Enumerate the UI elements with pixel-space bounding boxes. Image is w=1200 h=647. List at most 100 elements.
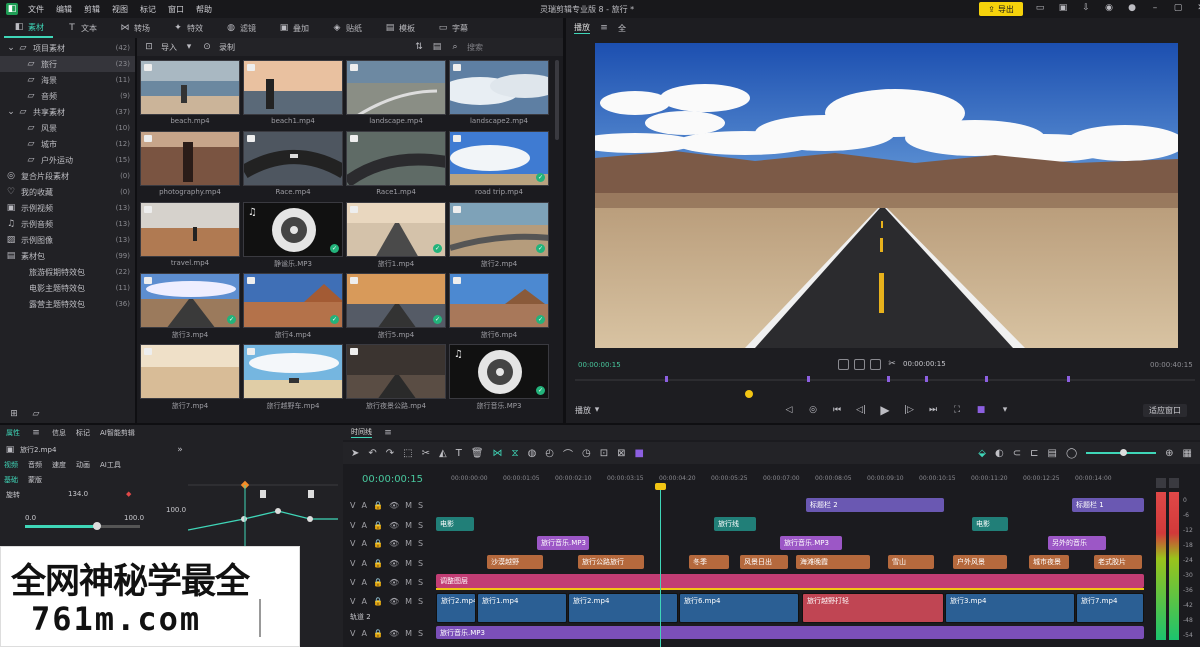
props-tab[interactable]: 标记 [76, 428, 90, 438]
timeline-clip[interactable]: 旅行公路旅行 [578, 555, 644, 569]
media-card[interactable]: 旅行7.mp4 [140, 344, 240, 414]
main-clip[interactable]: 旅行2.mp4 [568, 593, 678, 623]
sidebar-item[interactable]: 旅游假期特效包 (22) [0, 264, 135, 280]
chevron-down-icon[interactable]: ▾ [591, 404, 603, 416]
media-card[interactable]: landscape2.mp4 [449, 60, 549, 130]
audio-clip[interactable]: 旅行音乐.MP3 [436, 626, 1144, 639]
marker-icon[interactable]: ■ [635, 448, 644, 459]
media-thumbnail[interactable] [243, 344, 343, 399]
track-toggle[interactable]: 👁 [389, 559, 399, 568]
tab-7[interactable]: ▤ 模板 [375, 18, 424, 38]
timeline-clip[interactable]: 城市夜景 [1029, 555, 1069, 569]
undo-icon[interactable]: ↶ [368, 448, 376, 459]
sidebar-item[interactable]: ▤ 素材包 (99) [0, 248, 135, 264]
text-icon[interactable]: T [456, 448, 462, 459]
media-thumbnail[interactable]: ✓ [449, 202, 549, 257]
timeline-clip[interactable]: 标题栏 2 [806, 498, 944, 512]
menu-item[interactable]: 帮助 [196, 4, 212, 15]
fullscreen-icon[interactable]: ⛶ [951, 404, 963, 416]
zoom-out-icon[interactable]: ◯ [1066, 448, 1077, 459]
player-scrubber[interactable] [575, 373, 1195, 387]
media-thumbnail[interactable]: ✓ [346, 202, 446, 257]
tab-5[interactable]: ▣ 叠加 [269, 18, 318, 38]
timeline-clip[interactable]: 旅行音乐.MP3 [537, 536, 589, 550]
track-toggle[interactable]: V [350, 578, 355, 587]
marker-icon[interactable]: ■ [975, 404, 987, 416]
main-clip[interactable]: 旅行7.mp4 [1076, 593, 1144, 623]
mask-icon[interactable] [854, 358, 865, 370]
menu-item[interactable]: 编辑 [56, 4, 72, 15]
record-button[interactable]: 录制 [219, 42, 235, 53]
import-button[interactable]: 导入 [161, 42, 177, 53]
track-toggle[interactable]: A [361, 539, 366, 548]
media-scrollbar[interactable] [555, 60, 559, 140]
track-toggle[interactable]: 👁 [389, 501, 399, 510]
sidebar-item[interactable]: ♫ 示例音频 (13) [0, 216, 135, 232]
timeline-clip[interactable]: 沙漠越野 [487, 555, 543, 569]
track-toggle[interactable]: 👁 [389, 521, 399, 530]
sidebar-item[interactable]: ▱ 旅行 (23) [0, 56, 135, 72]
overlay-clip[interactable]: 调整图层 [436, 574, 1144, 588]
props-subtab[interactable]: 动画 [76, 460, 90, 470]
zoom-thumb[interactable] [1120, 449, 1128, 456]
sidebar-item[interactable]: ▣ 示例视频 (13) [0, 200, 135, 216]
media-thumbnail[interactable] [346, 131, 446, 186]
track-toggle[interactable]: S [418, 501, 423, 510]
timeline-clip[interactable]: 电影 [972, 517, 1008, 531]
media-thumbnail[interactable]: ✓ [243, 273, 343, 328]
media-thumbnail[interactable]: ✓ [449, 273, 549, 328]
track-toggle[interactable]: M [405, 629, 412, 638]
track-toggle[interactable]: V [350, 559, 355, 568]
value-a[interactable]: 0.0 [25, 514, 36, 522]
track-toggle[interactable]: S [418, 521, 423, 530]
timeline-clip[interactable]: 雪山 [888, 555, 934, 569]
zoom-in-icon[interactable]: ⊕ [1165, 448, 1173, 459]
playhead-handle[interactable] [655, 483, 666, 490]
player-playhead[interactable] [745, 390, 753, 398]
grid-icon[interactable]: ▦ [1183, 448, 1192, 459]
timer-icon[interactable]: ◷ [582, 448, 591, 459]
scissors-icon[interactable]: ✂ [886, 358, 898, 370]
menu-item[interactable]: 剪辑 [84, 4, 100, 15]
track-toggle[interactable]: V [350, 521, 355, 530]
track-toggle[interactable]: S [418, 559, 423, 568]
menu-item[interactable]: 标记 [140, 4, 156, 15]
minimize-icon[interactable]: – [1149, 2, 1161, 14]
media-card[interactable]: 旅行夜景公路.mp4 [346, 344, 446, 414]
track-toggle[interactable]: 👁 [389, 597, 399, 606]
timeline-clip[interactable]: 冬季 [689, 555, 729, 569]
sidebar-item[interactable]: 电影主题特效包 (11) [0, 280, 135, 296]
sidebar-item[interactable]: ▱ 城市 (12) [0, 136, 135, 152]
media-thumbnail[interactable] [243, 60, 343, 115]
volume-icon[interactable]: ◁ [783, 404, 795, 416]
timeline-clip[interactable]: 标题栏 1 [1072, 498, 1144, 512]
media-card[interactable]: ✓ road trip.mp4 [449, 131, 549, 201]
opacity-slider[interactable] [25, 522, 140, 530]
download-icon[interactable]: ⇩ [1080, 2, 1092, 14]
track-toggle[interactable]: S [418, 629, 423, 638]
zoom-select[interactable]: 适应窗口 [1143, 403, 1187, 417]
media-card[interactable]: Race.mp4 [243, 131, 343, 201]
track-toggle[interactable]: M [405, 559, 412, 568]
sidebar-item[interactable]: ⌄ ▱ 共享素材 (37) [0, 104, 135, 120]
export-clip-icon[interactable]: ⊠ [617, 448, 625, 459]
delete-icon[interactable]: 🗑 [471, 448, 484, 459]
media-card[interactable]: ✓ 旅行5.mp4 [346, 273, 446, 343]
camera-icon[interactable]: ◎ [807, 404, 819, 416]
speed-icon[interactable]: ◴ [545, 448, 554, 459]
props-subtab2[interactable]: 蒙版 [28, 475, 42, 485]
import-icon[interactable]: ⊡ [143, 41, 155, 53]
media-thumbnail[interactable] [346, 344, 446, 399]
media-card[interactable]: ✓ 旅行1.mp4 [346, 202, 446, 272]
track-toggle[interactable]: A [361, 559, 366, 568]
tab-0[interactable]: ◧ 素材 [4, 18, 53, 38]
sidebar-item[interactable]: ▱ 户外运动 (15) [0, 152, 135, 168]
media-card[interactable]: ✓ 旅行4.mp4 [243, 273, 343, 343]
track-toggle[interactable]: V [350, 597, 355, 606]
keyframe-icon[interactable]: ◆ [126, 490, 131, 500]
track-toggle[interactable]: 🔒 [373, 521, 383, 530]
track-toggle[interactable]: A [361, 629, 366, 638]
track-toggle[interactable]: M [405, 521, 412, 530]
chevron-down-icon[interactable]: ▾ [999, 404, 1011, 416]
collapse-icon[interactable]: » [174, 444, 186, 456]
